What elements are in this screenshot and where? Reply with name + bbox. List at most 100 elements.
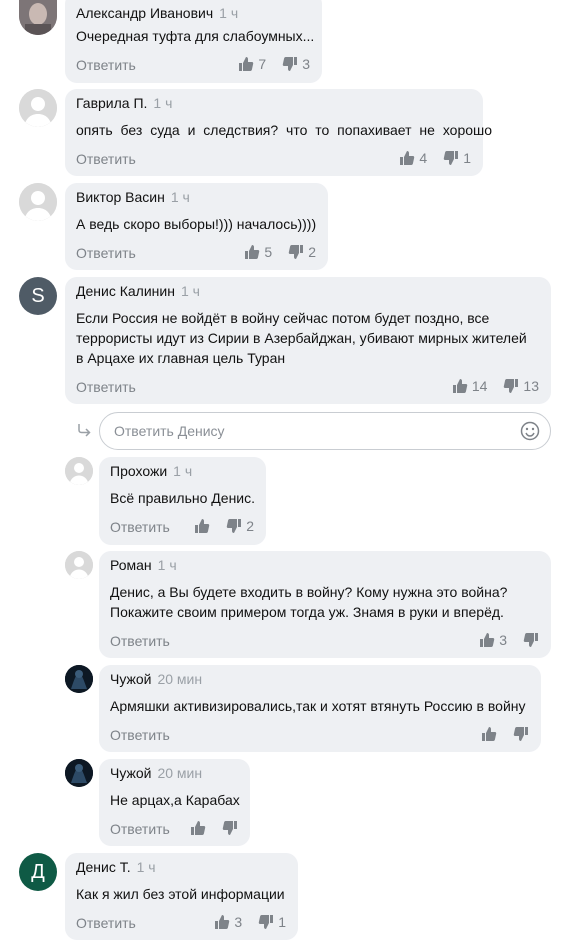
comment-text: Армяшки активизировались,так и хотят втя…: [110, 698, 526, 714]
comment-time: 1 ч: [157, 557, 177, 573]
like-count: 4: [419, 150, 428, 166]
reply-button[interactable]: Ответить: [76, 915, 136, 931]
thumbs-up-icon[interactable]: [244, 244, 260, 260]
thumbs-up-icon[interactable]: [452, 378, 468, 394]
comment-author[interactable]: Прохожи: [110, 463, 167, 479]
thumbs-up-icon[interactable]: [214, 914, 230, 930]
comment-bubble: Денис Калинин 1 ч Если Россия не войдёт в…: [65, 277, 551, 404]
reply-input-placeholder: Ответить Денису: [114, 423, 225, 439]
comment-author[interactable]: Гаврила П.: [76, 95, 147, 111]
reply-input[interactable]: Ответить Денису: [99, 412, 551, 450]
comment-author[interactable]: Денис Калинин: [76, 283, 175, 299]
thumbs-up-icon[interactable]: [238, 56, 254, 72]
like-count: 7: [258, 56, 267, 72]
comment-author[interactable]: Роман: [110, 557, 152, 573]
comment-author[interactable]: Александр Иванович: [76, 5, 213, 21]
thumbs-down-icon[interactable]: [513, 726, 529, 742]
avatar[interactable]: Д: [19, 853, 57, 891]
thumbs-down-icon[interactable]: [288, 244, 304, 260]
default-user-icon: [65, 551, 93, 579]
thumbs-down-icon[interactable]: [443, 150, 459, 166]
thumbs-down-icon[interactable]: [503, 378, 519, 394]
votes: 5 2: [244, 244, 316, 260]
votes: 2: [194, 518, 254, 534]
user-photo-icon: [19, 0, 57, 35]
like-count: 3: [234, 914, 243, 930]
reply-button[interactable]: Ответить: [110, 519, 170, 535]
thumbs-down-icon[interactable]: [258, 914, 274, 930]
reply-button[interactable]: Ответить: [76, 379, 136, 395]
default-user-icon: [19, 89, 57, 127]
dislike-count: 1: [278, 914, 286, 930]
thumbs-down-icon[interactable]: [523, 632, 539, 648]
avatar[interactable]: [65, 759, 93, 787]
thumbs-up-icon[interactable]: [190, 820, 206, 836]
comment-time: 20 мин: [157, 765, 203, 781]
reply-button[interactable]: Ответить: [76, 245, 136, 261]
thumbs-down-icon[interactable]: [222, 820, 238, 836]
emoji-icon[interactable]: [520, 421, 540, 441]
comment-bubble: Чужой 20 мин Не арцах,а Карабах Ответить: [99, 759, 250, 846]
comment-bubble: Виктор Васин 1 ч А ведь скоро выборы!))) …: [65, 183, 328, 270]
dislike-count: 2: [308, 244, 316, 260]
comment-time: 1 ч: [180, 283, 200, 299]
votes: 3: [479, 632, 539, 648]
comment-time: 1 ч: [153, 95, 173, 111]
avatar[interactable]: [19, 89, 57, 127]
avatar-letter: S: [31, 285, 45, 307]
avatar[interactable]: [65, 665, 93, 693]
comment-author[interactable]: Чужой: [110, 671, 151, 687]
comment-bubble: Роман 1 ч Денис, а Вы будете входить в во…: [99, 551, 551, 658]
thumbs-down-icon[interactable]: [282, 56, 298, 72]
votes: [481, 726, 529, 742]
comment-text: Денис, а Вы будете входить в войну? Кому…: [110, 584, 508, 620]
avatar-letter: Д: [31, 861, 45, 883]
comment-time: 1 ч: [136, 859, 156, 875]
comment-author[interactable]: Денис Т.: [76, 859, 131, 875]
comment-time: 1 ч: [170, 189, 190, 205]
comment-bubble: Прохожи 1 ч Всё правильно Денис. Ответить…: [99, 457, 266, 545]
votes: [190, 820, 238, 836]
thumbs-down-icon[interactable]: [226, 518, 242, 534]
votes: 4 1: [399, 150, 471, 166]
comment-text: Если Россия не войдёт в войну сейчас пот…: [76, 310, 527, 366]
like-count: 5: [264, 244, 273, 260]
dislike-count: 2: [246, 518, 254, 534]
reply-button[interactable]: Ответить: [110, 821, 170, 837]
thumbs-up-icon[interactable]: [399, 150, 415, 166]
default-user-icon: [65, 457, 93, 485]
votes: 14 13: [452, 378, 539, 394]
comment-author[interactable]: Чужой: [110, 765, 151, 781]
comment-text: Как я жил без этой информации: [76, 886, 285, 902]
comment-time: 1 ч: [219, 5, 239, 21]
avatar[interactable]: [65, 457, 93, 485]
default-user-icon: [19, 183, 57, 221]
thumbs-up-icon[interactable]: [481, 726, 497, 742]
avatar[interactable]: [65, 551, 93, 579]
comment-text: Всё правильно Денис.: [110, 490, 256, 506]
votes: 7 3: [238, 56, 310, 72]
dark-user-photo-icon: [65, 665, 93, 693]
reply-button[interactable]: Ответить: [110, 633, 170, 649]
comment-bubble: Денис Т. 1 ч Как я жил без этой информаци…: [65, 853, 298, 940]
dark-user-photo-icon: [65, 759, 93, 787]
votes: 3 1: [214, 914, 286, 930]
avatar[interactable]: [19, 0, 57, 35]
reply-button[interactable]: Ответить: [76, 57, 136, 73]
comment-author[interactable]: Виктор Васин: [76, 189, 165, 205]
comment-bubble: Чужой 20 мин Армяшки активизировались,так…: [99, 665, 541, 752]
reply-arrow-icon: [78, 424, 91, 437]
avatar[interactable]: S: [19, 277, 57, 315]
reply-button[interactable]: Ответить: [110, 727, 170, 743]
thumbs-up-icon[interactable]: [479, 632, 495, 648]
dislike-count: 1: [463, 150, 471, 166]
comment-time: 1 ч: [173, 463, 193, 479]
like-count: 3: [499, 632, 507, 648]
avatar[interactable]: [19, 183, 57, 221]
comment-text: Не арцах,а Карабах: [110, 792, 240, 808]
comment-time: 20 мин: [157, 671, 203, 687]
thumbs-up-icon[interactable]: [194, 518, 210, 534]
comment-text: опять без суда и следствия? что то попах…: [76, 122, 493, 138]
comment-text: Очередная туфта для слабоумных...: [76, 28, 315, 44]
reply-button[interactable]: Ответить: [76, 151, 136, 167]
